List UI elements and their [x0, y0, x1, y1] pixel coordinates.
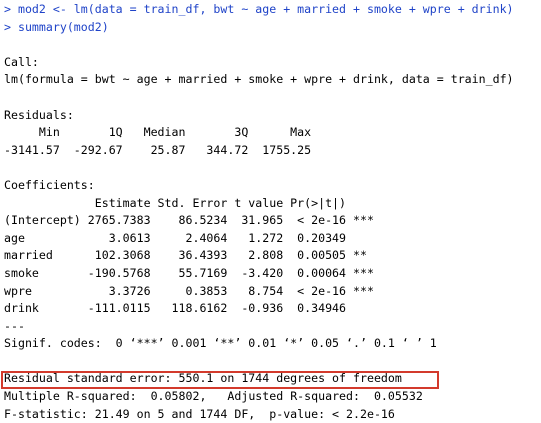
call-formula: lm(formula = bwt ~ age + married + smoke… [4, 72, 514, 87]
signif-codes-line: Signif. codes: 0 ‘***’ 0.001 ‘**’ 0.01 ‘… [4, 336, 437, 351]
residuals-labels-row: Min 1Q Median 3Q Max [4, 125, 319, 140]
residuals-header: Residuals: [4, 107, 74, 122]
coefficient-row-wpre: wpre 3.3726 0.3853 8.754 < 2e-16 *** [4, 283, 374, 298]
r-console-output: > mod2 <- lm(data = train_df, bwt ~ age … [4, 1, 541, 423]
command-lm-line[interactable]: > mod2 <- lm(data = train_df, bwt ~ age … [4, 1, 541, 19]
residuals-values-row: -3141.57 -292.67 25.87 344.72 1755.25 [4, 142, 319, 157]
coefficient-row-married: married 102.3068 36.4393 2.808 0.00505 *… [4, 248, 374, 263]
f-statistic-line: F-statistic: 21.49 on 5 and 1744 DF, p-v… [4, 406, 395, 421]
coefficients-separator: --- [4, 318, 25, 333]
r-squared-line: Multiple R-squared: 0.05802, Adjusted R-… [4, 389, 430, 404]
coefficient-row-age: age 3.0613 2.4064 1.272 0.20349 [4, 230, 374, 245]
command-summary-line[interactable]: > summary(mod2) [4, 19, 541, 37]
coefficient-row-drink: drink -111.0115 118.6162 -0.936 0.34946 [4, 301, 374, 316]
call-header: Call: [4, 54, 39, 69]
coefficient-row-smoke: smoke -190.5768 55.7169 -3.420 0.00064 *… [4, 265, 374, 280]
coefficients-header: Coefficients: [4, 177, 95, 192]
coefficient-row-intercept: (Intercept) 2765.7383 86.5234 31.965 < 2… [4, 213, 374, 228]
r-squared-highlight-box [1, 371, 439, 389]
coefficients-columns-row: Estimate Std. Error t value Pr(>|t|) [4, 195, 374, 210]
